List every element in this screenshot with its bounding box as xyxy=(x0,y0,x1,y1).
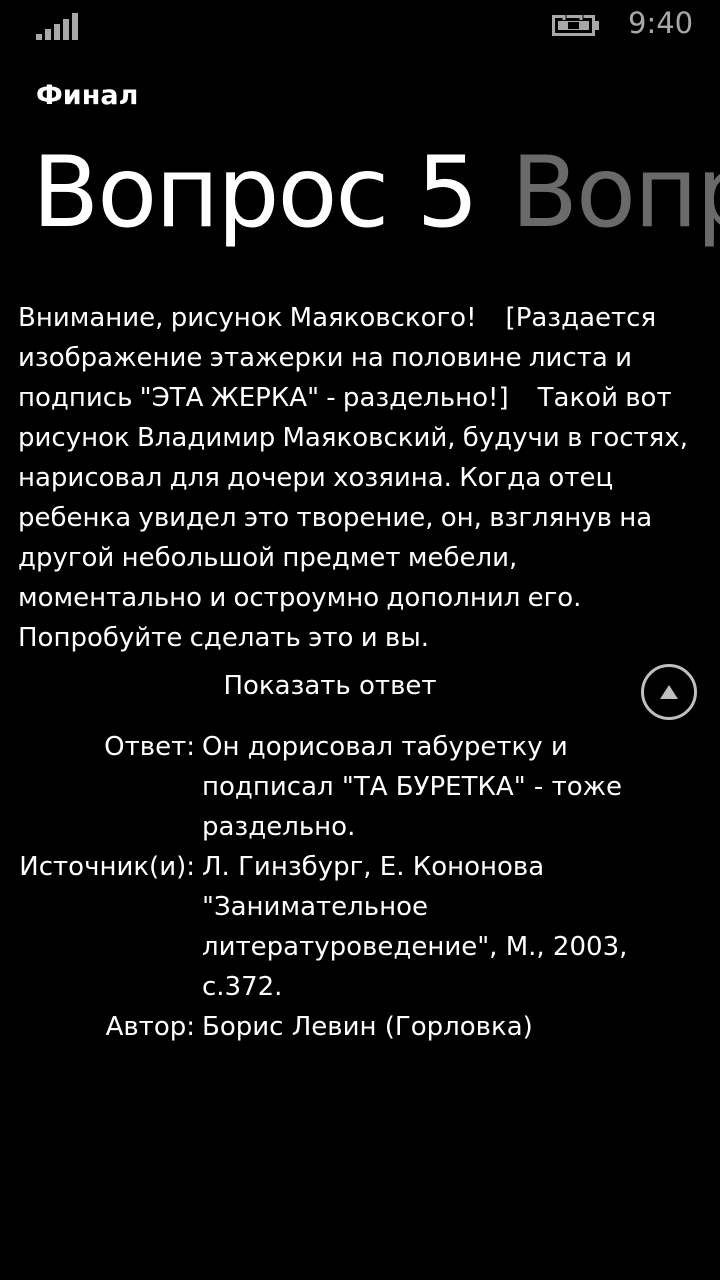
pivot-app-title: Финал xyxy=(36,80,139,111)
pivot-headers[interactable]: Вопрос 5Вопрос 6 xyxy=(32,128,720,258)
arrow-up-icon xyxy=(660,685,678,699)
clock: 9:40 xyxy=(628,6,694,40)
battery-charging-icon xyxy=(552,11,600,39)
signal-bars-icon xyxy=(36,12,80,40)
source-value: Л. Гинзбург, Е. Кононова "Занимательное … xyxy=(202,852,628,1002)
answer-value: Он дорисовал табуретку и подписал "ТА БУ… xyxy=(202,732,623,842)
answer-details: Ответ: Он дорисовал табуретку и подписал… xyxy=(0,727,720,1047)
answer-label: Ответ: xyxy=(104,732,195,762)
question-text: Внимание, рисунок Маяковского! [Раздаетс… xyxy=(18,303,696,653)
answer-row: Ответ: Он дорисовал табуретку и подписал… xyxy=(0,727,720,847)
author-row: Автор: Борис Левин (Горловка) xyxy=(0,1007,720,1047)
author-label: Автор: xyxy=(105,1012,195,1042)
source-label: Источник(и): xyxy=(19,852,195,882)
author-value: Борис Левин (Горловка) xyxy=(202,1012,533,1042)
status-bar: 9:40 xyxy=(0,0,720,52)
pivot-header-next[interactable]: Вопрос 6 xyxy=(511,128,720,258)
source-row: Источник(и): Л. Гинзбург, Е. Кононова "З… xyxy=(0,847,720,1007)
pivot-header-active[interactable]: Вопрос 5 xyxy=(32,128,479,258)
show-answer-button[interactable]: Показать ответ xyxy=(0,666,660,706)
scroll-up-button[interactable] xyxy=(641,664,697,720)
